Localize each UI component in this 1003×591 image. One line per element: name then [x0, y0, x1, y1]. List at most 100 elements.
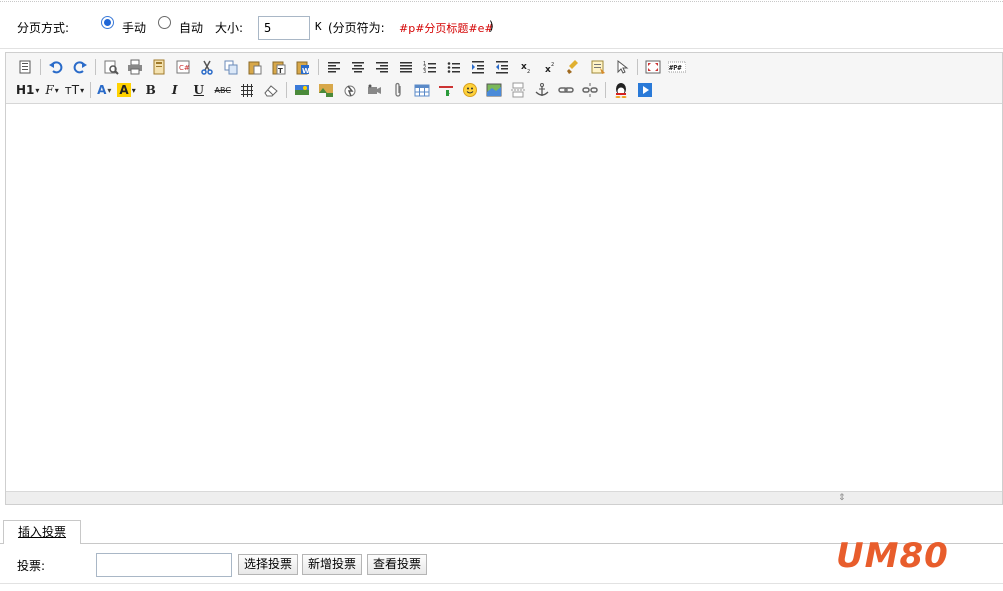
select-vote-button[interactable]: 选择投票	[238, 554, 299, 575]
emoticon-icon[interactable]	[458, 80, 482, 100]
toolbar-separator	[285, 82, 287, 98]
svg-text:2: 2	[551, 62, 554, 68]
flash-icon[interactable]	[338, 80, 362, 100]
preview-icon[interactable]	[99, 57, 123, 77]
font-size-dropdown[interactable]: тT ▾	[62, 80, 87, 100]
select-all-icon[interactable]	[586, 57, 610, 77]
page-break-icon[interactable]: #P#	[665, 57, 689, 77]
toolbar-separator	[318, 59, 319, 75]
manual-radio[interactable]	[101, 16, 114, 29]
align-left-icon[interactable]	[322, 57, 346, 77]
font-family-dropdown[interactable]: F ▾	[42, 80, 61, 100]
cut-icon[interactable]	[195, 57, 219, 77]
paste-icon[interactable]	[243, 57, 267, 77]
vote-label: 投票:	[17, 559, 46, 573]
table-icon[interactable]	[410, 80, 434, 100]
font-family-label: F	[45, 83, 54, 97]
code-icon[interactable]: C#	[171, 57, 195, 77]
copy-icon[interactable]	[219, 57, 243, 77]
toolbar-separator	[90, 82, 92, 98]
attachment-icon[interactable]	[386, 80, 410, 100]
rich-text-editor: C# T W 123 x2 x2 #P# H1 ▾ F ▾ тT ▾ A ▾ A…	[5, 52, 1003, 505]
size-unit: K	[315, 20, 322, 33]
align-right-icon[interactable]	[370, 57, 394, 77]
size-label: 大小:	[215, 21, 244, 35]
separator-suffix: )	[489, 19, 494, 33]
editor-resize-bar[interactable]: ⇕	[6, 491, 1002, 504]
clear-format-icon[interactable]	[562, 57, 586, 77]
chevron-down-icon: ▾	[54, 85, 59, 95]
ordered-list-icon[interactable]: 123	[418, 57, 442, 77]
svg-text:3: 3	[423, 69, 426, 75]
align-center-icon[interactable]	[346, 57, 370, 77]
svg-text:C#: C#	[179, 64, 190, 72]
auto-label: 自动	[179, 21, 204, 35]
auto-radio[interactable]	[158, 16, 171, 29]
anchor-icon[interactable]	[530, 80, 554, 100]
toolbar-separator	[637, 59, 638, 75]
editor-content-area[interactable]	[6, 104, 1002, 491]
video-icon[interactable]	[633, 80, 657, 100]
font-color-button[interactable]: A ▾	[94, 80, 114, 100]
pagination-settings: 分页方式: 手动 自动 大小: K (分页符为: #p#分页标题#e# )	[0, 1, 1003, 49]
strikethrough-button[interactable]: ABC	[211, 80, 235, 100]
hr-icon[interactable]	[434, 80, 458, 100]
separator-code: #p#分页标题#e#	[399, 22, 494, 35]
eraser-icon[interactable]	[259, 80, 283, 100]
outdent-icon[interactable]	[490, 57, 514, 77]
bold-button[interactable]: B	[139, 80, 163, 100]
view-vote-button[interactable]: 查看投票	[367, 554, 428, 575]
vote-input[interactable]	[96, 553, 232, 577]
subscript-icon[interactable]: x2	[514, 57, 538, 77]
tab-insert-vote[interactable]: 插入投票	[3, 520, 81, 544]
unordered-list-icon[interactable]	[442, 57, 466, 77]
highlight-label: A	[117, 83, 131, 97]
highlight-button[interactable]: A ▾	[114, 80, 138, 100]
media-icon[interactable]	[362, 80, 386, 100]
source-icon[interactable]	[13, 57, 37, 77]
toolbar-separator	[40, 59, 41, 75]
editor-toolbar: C# T W 123 x2 x2 #P# H1 ▾ F ▾ тT ▾ A ▾ A…	[6, 53, 1002, 104]
qq-icon[interactable]	[609, 80, 633, 100]
fullscreen-icon[interactable]	[641, 57, 665, 77]
pointer-icon[interactable]	[610, 57, 634, 77]
svg-text:T: T	[278, 67, 283, 75]
watermark-logo: UM80	[836, 536, 949, 576]
map-icon[interactable]	[482, 80, 506, 100]
multi-image-icon[interactable]	[314, 80, 338, 100]
paste-text-icon[interactable]: T	[267, 57, 291, 77]
chevron-down-icon: ▾	[107, 85, 112, 95]
redo-icon[interactable]	[68, 57, 92, 77]
chevron-down-icon: ▾	[131, 85, 136, 95]
new-vote-button[interactable]: 新增投票	[302, 554, 363, 575]
paste-word-icon[interactable]: W	[291, 57, 315, 77]
pagebreak-icon[interactable]	[506, 80, 530, 100]
heading-dropdown[interactable]: H1 ▾	[13, 80, 42, 100]
page-size-input[interactable]	[258, 16, 310, 40]
indent-icon[interactable]	[466, 57, 490, 77]
toolbar-separator	[95, 59, 96, 75]
undo-icon[interactable]	[44, 57, 68, 77]
font-color-label: A	[97, 83, 107, 97]
pagination-mode-label: 分页方式:	[17, 21, 70, 35]
superscript-icon[interactable]: x2	[538, 57, 562, 77]
unlink-icon[interactable]	[578, 80, 602, 100]
page-break-label: #P#	[669, 64, 682, 72]
svg-text:W: W	[302, 67, 310, 75]
print-icon[interactable]	[123, 57, 147, 77]
manual-label: 手动	[122, 21, 147, 35]
resize-grip-icon[interactable]: ⇕	[838, 494, 846, 503]
template-icon[interactable]	[147, 57, 171, 77]
font-size-label: тT	[64, 83, 80, 97]
heading-label: H1	[16, 83, 35, 97]
underline-button[interactable]: U	[187, 80, 211, 100]
align-justify-icon[interactable]	[394, 57, 418, 77]
toolbar-row-2: H1 ▾ F ▾ тT ▾ A ▾ A ▾ B I U ABC	[13, 80, 657, 100]
image-icon[interactable]	[290, 80, 314, 100]
line-height-icon[interactable]	[235, 80, 259, 100]
separator-prefix: (分页符为:	[328, 21, 385, 35]
link-icon[interactable]	[554, 80, 578, 100]
chevron-down-icon: ▾	[80, 85, 85, 95]
toolbar-row-1: C# T W 123 x2 x2 #P#	[13, 57, 689, 77]
italic-button[interactable]: I	[163, 80, 187, 100]
